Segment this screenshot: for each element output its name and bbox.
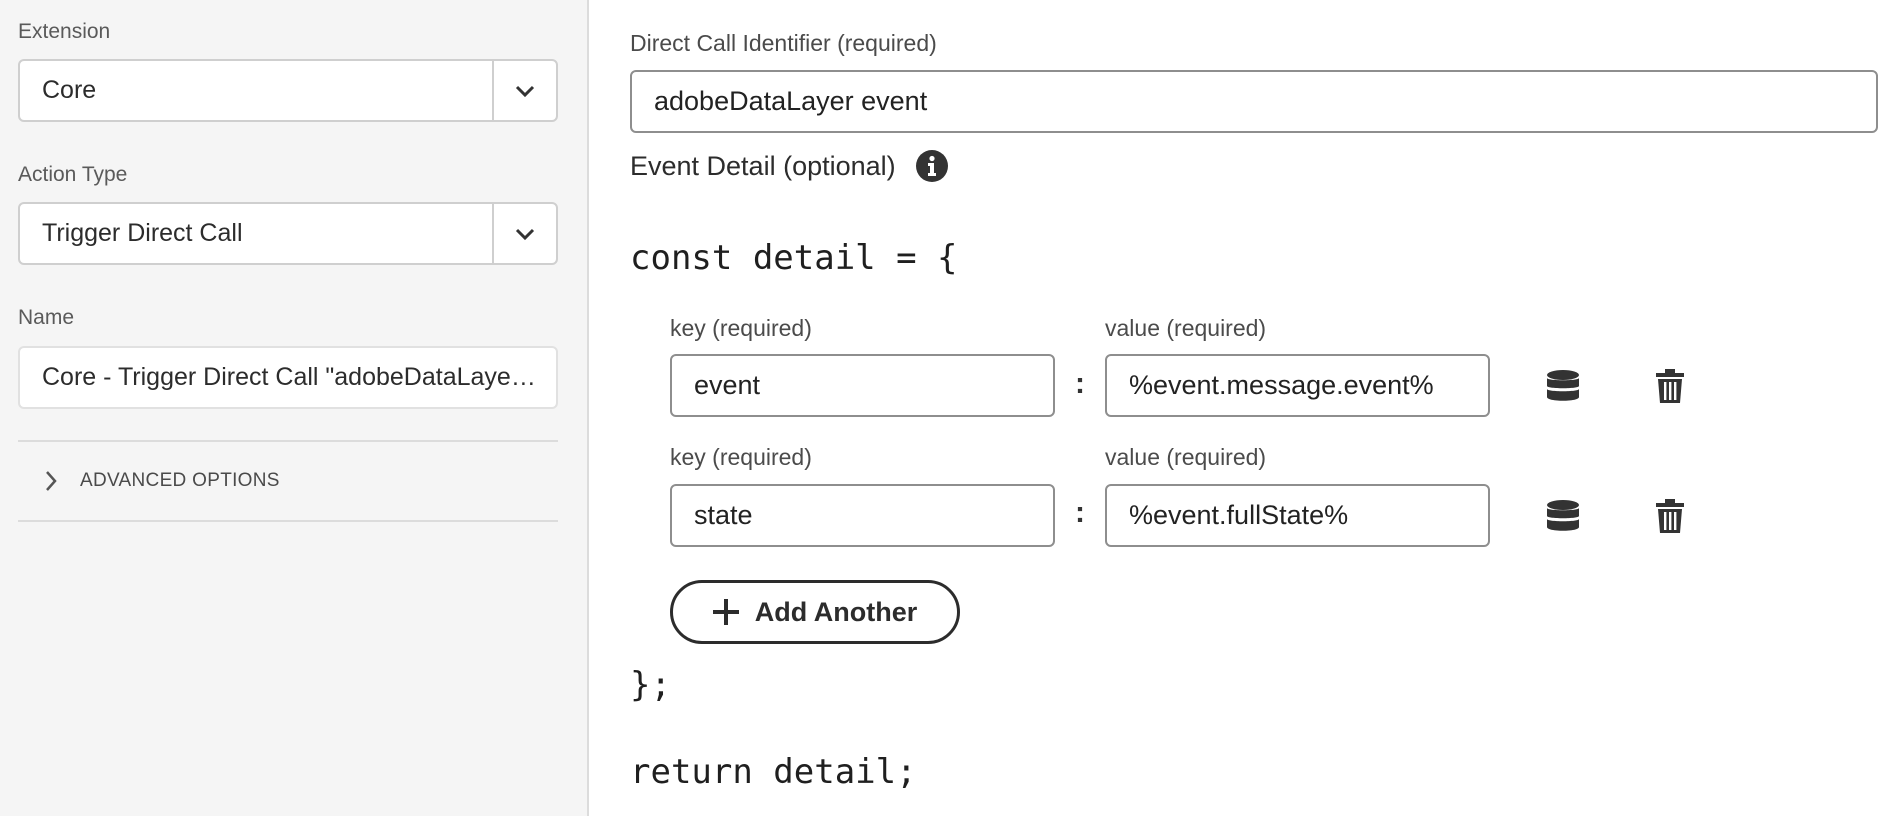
trash-icon (1656, 369, 1684, 403)
event-detail-header: Event Detail (optional) (630, 146, 948, 186)
database-icon (1547, 500, 1579, 531)
add-another-button[interactable]: Add Another (670, 580, 960, 644)
code-return: return detail; (630, 752, 917, 792)
divider (18, 520, 558, 522)
action-type-value: Trigger Direct Call (42, 219, 243, 247)
action-type-picker[interactable]: Trigger Direct Call (18, 202, 558, 265)
key-input[interactable]: state (670, 484, 1055, 547)
advanced-options-toggle[interactable]: ADVANCED OPTIONS (44, 464, 280, 498)
action-type-label: Action Type (18, 163, 128, 186)
key-label: key (required) (670, 315, 812, 341)
key-value-separator: : (1075, 496, 1085, 529)
advanced-options-label: ADVANCED OPTIONS (80, 470, 280, 491)
data-element-button[interactable] (1543, 496, 1583, 536)
plus-icon (712, 599, 739, 625)
extension-label: Extension (18, 20, 111, 43)
info-icon[interactable] (915, 150, 948, 182)
value-input[interactable]: %event.message.event% (1105, 354, 1490, 417)
chevron-down-icon (515, 228, 535, 240)
key-value: state (694, 500, 753, 530)
code-close: }; (630, 665, 671, 705)
add-another-label: Add Another (754, 596, 918, 627)
identifier-value: adobeDataLayer event (654, 86, 928, 116)
chevron-down-icon (515, 85, 535, 97)
code-open: const detail = { (630, 238, 958, 278)
key-input[interactable]: event (670, 354, 1055, 417)
extension-value: Core (42, 76, 97, 104)
identifier-label: Direct Call Identifier (required) (630, 30, 937, 56)
data-element-button[interactable] (1543, 366, 1583, 406)
database-icon (1547, 370, 1579, 401)
event-detail-label: Event Detail (optional) (630, 150, 896, 181)
value-value: %event.message.event% (1129, 370, 1434, 400)
key-label: key (required) (670, 444, 812, 470)
chevron-right-icon (46, 471, 57, 491)
extension-picker[interactable]: Core (18, 59, 558, 122)
sidebar: Extension Core Action Type Trigger Direc… (0, 0, 589, 816)
name-label: Name (18, 306, 75, 329)
value-label: value (required) (1105, 444, 1267, 470)
name-input[interactable]: Core - Trigger Direct Call "adobeDataLay… (18, 346, 558, 409)
extension-dropdown-button[interactable] (492, 61, 556, 120)
trash-icon (1656, 499, 1684, 533)
delete-row-button[interactable] (1650, 496, 1690, 536)
key-value-separator: : (1075, 367, 1085, 400)
identifier-input[interactable]: adobeDataLayer event (630, 70, 1878, 133)
divider (18, 440, 558, 442)
value-label: value (required) (1105, 315, 1267, 341)
delete-row-button[interactable] (1650, 366, 1690, 406)
value-value: %event.fullState% (1129, 500, 1349, 530)
value-input[interactable]: %event.fullState% (1105, 484, 1490, 547)
action-type-dropdown-button[interactable] (492, 204, 556, 263)
name-value: Core - Trigger Direct Call "adobeDataLay… (42, 363, 556, 391)
key-value: event (694, 370, 761, 400)
